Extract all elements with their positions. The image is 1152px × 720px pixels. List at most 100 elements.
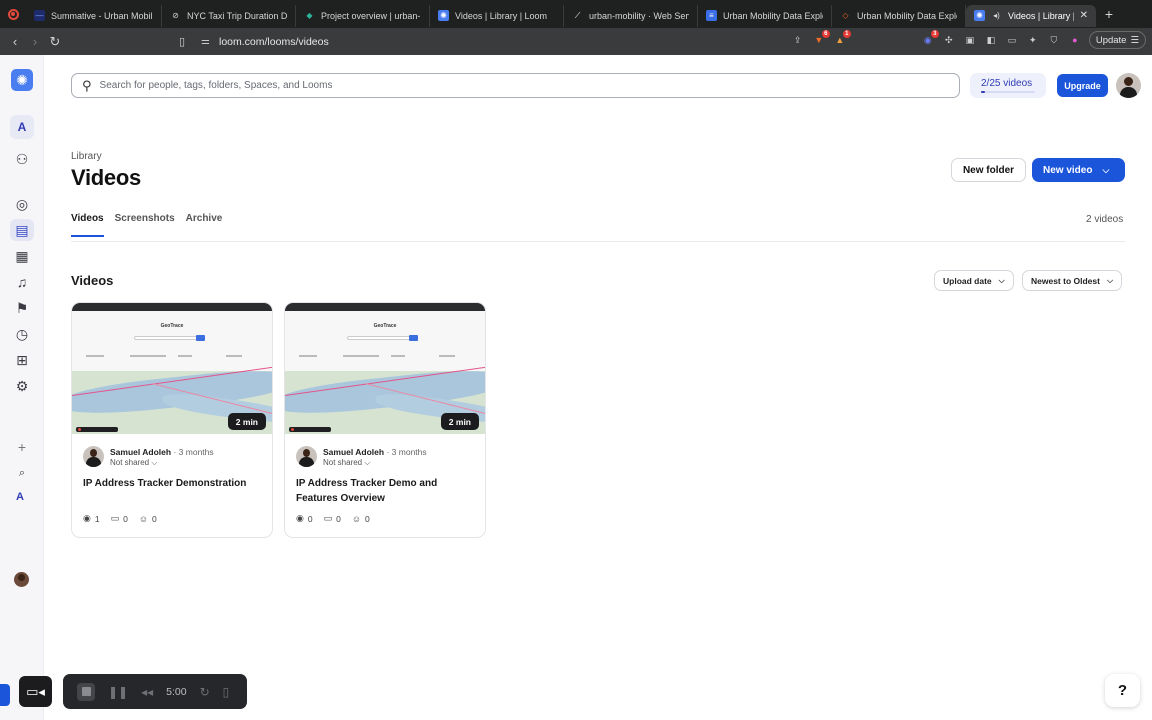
author-avatar bbox=[83, 446, 104, 467]
library-tabs: Videos Screenshots Archive bbox=[71, 213, 222, 237]
personal-icon[interactable]: ◎ bbox=[10, 193, 34, 215]
user-avatar[interactable] bbox=[14, 572, 29, 587]
settings-icon[interactable]: ⚙ bbox=[10, 375, 34, 397]
search-bar[interactable]: ⚲ bbox=[71, 73, 960, 98]
render-icon: ⟋ bbox=[574, 10, 581, 20]
browser-tab-bar: — Summative - Urban Mobility ⊘ NYC Taxi … bbox=[0, 0, 1152, 28]
leo-ai-icon[interactable]: ✦ bbox=[1026, 33, 1040, 47]
browser-tab-active[interactable]: ✺ ◂) Videos | Library | Loom ✕ bbox=[966, 4, 1096, 27]
author-name: Samuel Adoleh bbox=[323, 447, 385, 457]
screenshot-icon[interactable]: ▣ bbox=[963, 33, 977, 47]
sharing-dropdown[interactable]: Not shared ⌵ bbox=[323, 458, 370, 468]
comments-stat: ▭ 0 bbox=[323, 513, 341, 524]
browser-tab-2[interactable]: ⊘ NYC Taxi Trip Duration Dataset bbox=[162, 4, 296, 27]
space-item[interactable]: A bbox=[16, 491, 24, 503]
rewind-icon[interactable]: ◂◂ bbox=[141, 685, 153, 699]
video-title[interactable]: IP Address Tracker Demo and Features Ove… bbox=[296, 476, 471, 506]
comments-stat: ▭ 0 bbox=[110, 513, 128, 524]
sort-field-dropdown[interactable]: Upload date ⌵ bbox=[934, 270, 1014, 291]
video-card[interactable]: GeoTrace 2 min Samuel Adoleh · 3 months … bbox=[71, 302, 273, 538]
new-video-button[interactable]: New video ⌵ bbox=[1032, 158, 1125, 182]
video-quota[interactable]: 2/25 videos bbox=[970, 73, 1046, 98]
eye-icon: ◉ bbox=[296, 513, 304, 523]
search-icon: ⚲ bbox=[82, 77, 92, 93]
browser-tab-7[interactable]: ◇ Urban Mobility Data Explorer bbox=[832, 4, 966, 27]
history-icon[interactable]: ◷ bbox=[10, 323, 34, 345]
search-spaces-icon[interactable]: ⌕ bbox=[10, 462, 34, 484]
stop-recording-button[interactable] bbox=[77, 682, 95, 701]
forward-icon[interactable]: › bbox=[25, 32, 45, 52]
vpn-icon[interactable]: ⛉ bbox=[1047, 33, 1061, 47]
tab-videos[interactable]: Videos bbox=[71, 213, 104, 237]
video-card[interactable]: GeoTrace 2 min Samuel Adoleh · 3 months … bbox=[284, 302, 486, 538]
account-avatar[interactable] bbox=[1116, 73, 1141, 98]
globe-icon: ⊘ bbox=[172, 11, 179, 20]
camera-icon[interactable]: ▭◂ bbox=[19, 676, 52, 707]
restart-icon[interactable]: ↻ bbox=[200, 685, 210, 699]
gift-icon[interactable]: ⊞ bbox=[10, 349, 34, 371]
reactions-stat: ☺ 0 bbox=[351, 513, 370, 524]
tab-screenshots[interactable]: Screenshots bbox=[115, 213, 175, 237]
comment-icon: ▭ bbox=[323, 513, 333, 523]
tab-archive[interactable]: Archive bbox=[186, 213, 223, 237]
notifications-icon[interactable]: ♫ bbox=[10, 271, 34, 293]
profile-extension-icon[interactable]: ◉ 3 bbox=[921, 30, 939, 47]
page-title: Videos bbox=[71, 165, 141, 190]
bookmark-icon[interactable]: ▯ bbox=[179, 35, 195, 48]
video-thumbnail[interactable]: GeoTrace 2 min bbox=[285, 303, 485, 434]
upgrade-button[interactable]: Upgrade bbox=[1057, 74, 1108, 97]
meetings-icon[interactable]: ▦ bbox=[10, 245, 34, 267]
wallet-icon[interactable]: ▭ bbox=[1005, 33, 1019, 47]
back-icon[interactable]: ‹ bbox=[5, 32, 25, 52]
video-count: 2 videos bbox=[1086, 214, 1124, 225]
doc-icon: ≡ bbox=[706, 10, 717, 21]
sharing-dropdown[interactable]: Not shared ⌵ bbox=[110, 458, 157, 468]
chevron-down-icon: ⌵ bbox=[1102, 164, 1110, 175]
browser-update-button[interactable]: Update ☰ bbox=[1088, 31, 1146, 49]
video-title[interactable]: IP Address Tracker Demonstration bbox=[83, 476, 258, 491]
url-field[interactable]: ⚌ loom.com/looms/videos bbox=[201, 32, 856, 52]
trash-icon[interactable]: ▯ bbox=[223, 685, 230, 699]
browser-tab-1[interactable]: — Summative - Urban Mobility bbox=[26, 4, 162, 27]
recorder-drag-handle[interactable] bbox=[0, 684, 10, 706]
views-stat: ◉ 1 bbox=[83, 513, 100, 524]
library-icon[interactable]: ▤ bbox=[10, 219, 34, 241]
browser-tab-5[interactable]: ⟋ urban-mobility · Web Service bbox=[564, 4, 698, 27]
new-folder-button[interactable]: New folder bbox=[951, 158, 1026, 182]
browser-tab-6[interactable]: ≡ Urban Mobility Data Explorer bbox=[698, 4, 832, 27]
share-icon[interactable]: ⇪ bbox=[791, 33, 805, 47]
close-tab-icon[interactable]: ✕ bbox=[1080, 10, 1088, 21]
workspace-switcher[interactable]: A bbox=[10, 115, 34, 139]
diamond-icon: ◆ bbox=[306, 11, 313, 20]
breadcrumb[interactable]: Library bbox=[71, 151, 102, 162]
loom-logo-icon[interactable]: ✺ bbox=[11, 69, 33, 91]
chevron-down-icon: ⌵ bbox=[151, 458, 158, 467]
loom-icon: ✺ bbox=[974, 10, 985, 21]
code-icon: ◇ bbox=[842, 11, 849, 20]
add-member-icon[interactable]: ⚇ bbox=[10, 148, 34, 170]
extensions-icon[interactable]: ✣ bbox=[942, 33, 956, 47]
sort-order-dropdown[interactable]: Newest to Oldest ⌵ bbox=[1022, 270, 1123, 291]
loom-icon: ✺ bbox=[438, 10, 449, 21]
views-stat: ◉ 0 bbox=[296, 513, 313, 524]
sidebar-icon[interactable]: ◧ bbox=[984, 33, 998, 47]
site-settings-icon[interactable]: ⚌ bbox=[201, 36, 219, 47]
browser-tab-4[interactable]: ✺ Videos | Library | Loom bbox=[430, 4, 564, 27]
new-tab-icon[interactable]: + bbox=[1096, 6, 1122, 22]
reload-icon[interactable]: ↻ bbox=[45, 32, 65, 52]
search-input[interactable] bbox=[99, 80, 940, 91]
author-avatar bbox=[296, 446, 317, 467]
pause-icon[interactable]: ❚❚ bbox=[108, 685, 128, 699]
browser-tab-3[interactable]: ◆ Project overview | urban-mobility bbox=[296, 4, 430, 27]
brave-shield-icon[interactable]: ▼ 6 bbox=[812, 30, 830, 47]
theme-icon[interactable]: ● bbox=[1068, 33, 1082, 47]
video-thumbnail[interactable]: GeoTrace 2 min bbox=[72, 303, 272, 434]
recording-indicator-icon bbox=[0, 0, 26, 28]
menu-icon: ☰ bbox=[1130, 34, 1139, 46]
chevron-down-icon: ⌵ bbox=[1106, 275, 1114, 285]
watch-later-icon[interactable]: ⚑ bbox=[10, 297, 34, 319]
add-space-icon[interactable]: + bbox=[10, 436, 34, 458]
author-name: Samuel Adoleh bbox=[110, 447, 172, 457]
help-button[interactable]: ? bbox=[1105, 674, 1140, 707]
brave-rewards-icon[interactable]: ▲ 1 bbox=[833, 30, 851, 47]
